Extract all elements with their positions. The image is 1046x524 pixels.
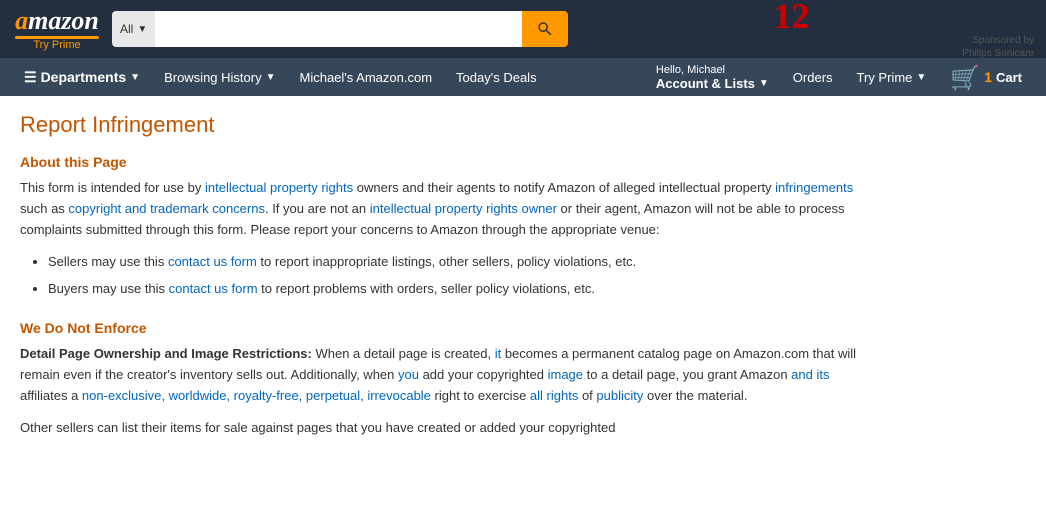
buyers-contact-link[interactable]: contact us form — [169, 281, 258, 296]
we-do-not-enforce-title: We Do Not Enforce — [20, 320, 880, 336]
search-bar: All ▼ — [112, 11, 568, 47]
about-section: About this Page This form is intended fo… — [20, 154, 880, 300]
nav-account[interactable]: Hello, Michael Account & Lists ▼ — [644, 60, 781, 95]
non-exclusive-link[interactable]: non-exclusive, worldwide, royalty-free, … — [82, 388, 431, 403]
venue-list: Sellers may use this contact us form to … — [20, 252, 880, 300]
chevron-down-icon: ▼ — [137, 24, 147, 35]
cart-count: 1 — [984, 69, 992, 85]
amazon-logo[interactable]: amazon Try Prime — [12, 8, 102, 51]
about-body-text: This form is intended for use by intelle… — [20, 178, 880, 240]
logo-highlight: a — [15, 6, 28, 35]
chevron-down-icon: ▼ — [130, 72, 140, 83]
nav-hello-text: Hello, Michael — [656, 64, 725, 76]
search-button[interactable] — [522, 11, 568, 47]
nav-departments[interactable]: ☰ Departments ▼ — [12, 58, 152, 96]
buyers-text-before: Buyers may use this — [48, 281, 169, 296]
chevron-down-icon: ▼ — [916, 72, 926, 83]
detail-page-section: Detail Page Ownership and Image Restrict… — [20, 344, 880, 406]
page-title: Report Infringement — [20, 112, 880, 138]
and-its-link[interactable]: and its — [791, 367, 829, 382]
hamburger-icon: ☰ — [24, 69, 37, 86]
logo-text: amazon — [15, 8, 99, 39]
search-input[interactable] — [155, 11, 522, 47]
nav-todays-deals[interactable]: Today's Deals — [444, 58, 549, 96]
search-icon — [536, 20, 554, 38]
nav-browsing-history[interactable]: Browsing History ▼ — [152, 58, 287, 96]
promo-text: DAYS OF DEALS — [816, 2, 1034, 30]
promo-banner: 12 DAYS OF DEALS Sponsored by Philips So… — [578, 0, 1034, 60]
nav-account-lists: Account & Lists ▼ — [656, 76, 769, 91]
infringements-link[interactable]: infringements — [775, 180, 853, 195]
you-link[interactable]: you — [398, 367, 419, 382]
image-link[interactable]: image — [548, 367, 583, 382]
nav-try-prime[interactable]: Try Prime ▼ — [845, 58, 939, 96]
publicity-link[interactable]: publicity — [596, 388, 643, 403]
main-content: Report Infringement About this Page This… — [0, 96, 900, 467]
header-nav: ☰ Departments ▼ Browsing History ▼ Micha… — [0, 58, 1046, 96]
sellers-text-before: Sellers may use this — [48, 254, 168, 269]
all-rights-link[interactable]: all rights — [530, 388, 578, 403]
logo-try-prime-link[interactable]: Try Prime — [33, 39, 80, 51]
sellers-text-after: to report inappropriate listings, other … — [257, 254, 636, 269]
search-category-selector[interactable]: All ▼ — [112, 11, 155, 47]
promo-number: 12 — [774, 0, 810, 34]
sellers-bullet: Sellers may use this contact us form to … — [48, 252, 880, 273]
copyright-link[interactable]: copyright and trademark concerns — [68, 201, 265, 216]
buyers-bullet: Buyers may use this contact us form to r… — [48, 279, 880, 300]
ip-rights-owner-link[interactable]: intellectual property rights owner — [370, 201, 557, 216]
we-do-not-enforce-section: We Do Not Enforce Detail Page Ownership … — [20, 320, 880, 439]
detail-page-text: Detail Page Ownership and Image Restrict… — [20, 344, 880, 406]
sellers-contact-link[interactable]: contact us form — [168, 254, 257, 269]
chevron-down-icon: ▼ — [759, 78, 769, 89]
nav-michaels-amazon[interactable]: Michael's Amazon.com — [288, 58, 445, 96]
other-sellers-text: Other sellers can list their items for s… — [20, 418, 880, 439]
header-top: amazon Try Prime All ▼ 12 DAYS OF DEALS … — [0, 0, 1046, 58]
nav-orders[interactable]: Orders — [781, 58, 845, 96]
promo-main: 12 DAYS OF DEALS — [774, 0, 1034, 34]
promo-sponsored: Sponsored by Philips Sonicare — [962, 34, 1034, 60]
cart-icon: 🛒 — [950, 64, 980, 93]
nav-cart[interactable]: 🛒 1 Cart — [938, 62, 1034, 93]
buyers-text-after: to report problems with orders, seller p… — [258, 281, 595, 296]
chevron-down-icon: ▼ — [266, 72, 276, 83]
search-category-label: All — [120, 22, 133, 36]
ip-rights-link[interactable]: intellectual property rights — [205, 180, 353, 195]
detail-page-label: Detail Page Ownership and Image Restrict… — [20, 346, 312, 361]
about-section-title: About this Page — [20, 154, 880, 170]
